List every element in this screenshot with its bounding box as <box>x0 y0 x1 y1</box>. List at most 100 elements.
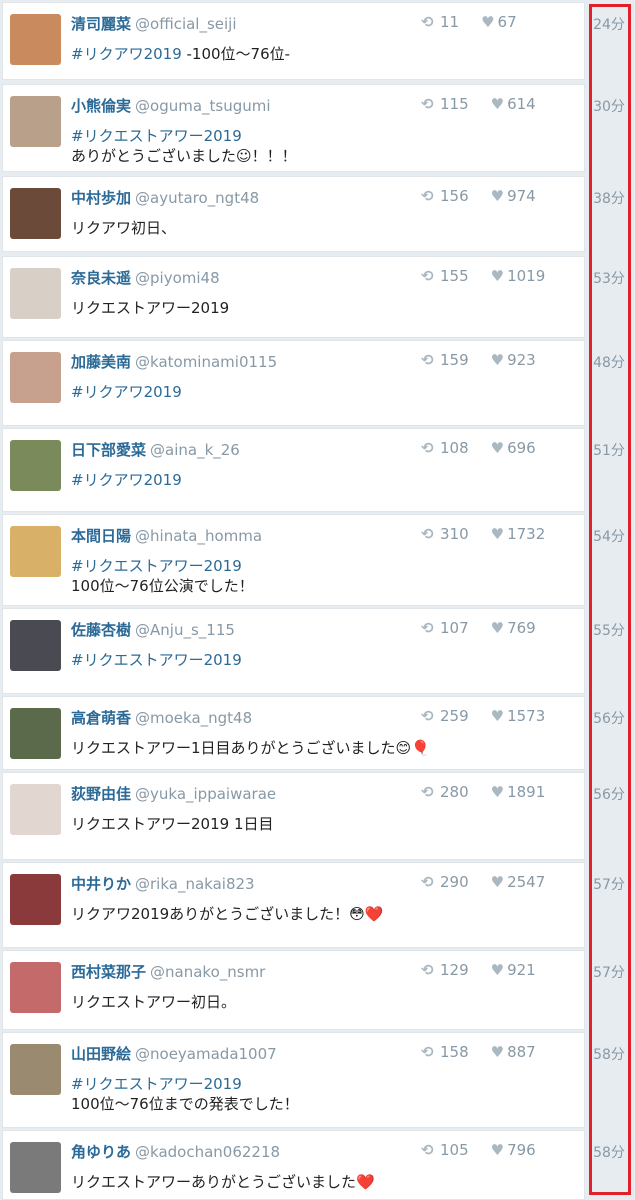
retweet-icon[interactable]: ⟲ <box>421 1141 437 1159</box>
tweet-time[interactable]: 54分 <box>588 526 630 546</box>
author-handle[interactable]: @hinata_homma <box>135 527 262 545</box>
retweet-icon[interactable]: ⟲ <box>421 783 437 801</box>
author-name[interactable]: 奈良未遥 @piyomi48 <box>71 267 220 288</box>
author-name[interactable]: 角ゆりあ @kadochan062218 <box>71 1141 280 1162</box>
author-handle[interactable]: @rika_nakai823 <box>135 875 255 893</box>
avatar[interactable] <box>10 620 61 671</box>
avatar[interactable] <box>10 188 61 239</box>
tweet-row[interactable]: 日下部愛菜 @aina_k_26 ⟲ 108 ♥ 696 #リクアワ2019 <box>2 428 585 512</box>
avatar[interactable] <box>10 96 61 147</box>
avatar[interactable] <box>10 784 61 835</box>
tweet-row[interactable]: 中村歩加 @ayutaro_ngt48 ⟲ 156 ♥ 974 リクアワ初日、 <box>2 176 585 252</box>
author-name[interactable]: 小熊倫実 @oguma_tsugumi <box>71 95 271 116</box>
tweet-row[interactable]: 佐藤杏樹 @Anju_s_115 ⟲ 107 ♥ 769 #リクエストアワー2019 <box>2 608 585 694</box>
tweet-time[interactable]: 57分 <box>588 874 630 894</box>
tweet-row[interactable]: 西村菜那子 @nanako_nsmr ⟲ 129 ♥ 921 リクエストアワー初日。 <box>2 950 585 1030</box>
author-display-name[interactable]: 高倉萌香 <box>71 709 131 727</box>
author-name[interactable]: 山田野絵 @noeyamada1007 <box>71 1043 277 1064</box>
author-name[interactable]: 中村歩加 @ayutaro_ngt48 <box>71 187 259 208</box>
author-name[interactable]: 荻野由佳 @yuka_ippaiwarae <box>71 783 276 804</box>
author-handle[interactable]: @official_seiji <box>135 15 237 33</box>
hashtag-link[interactable]: #リクアワ2019 <box>71 471 182 489</box>
heart-icon[interactable]: ♥ <box>491 619 504 637</box>
avatar[interactable] <box>10 1142 61 1193</box>
avatar[interactable] <box>10 708 61 759</box>
author-handle[interactable]: @katominami0115 <box>135 353 277 371</box>
heart-icon[interactable]: ♥ <box>491 525 504 543</box>
author-handle[interactable]: @nanako_nsmr <box>150 963 265 981</box>
author-name[interactable]: 高倉萌香 @moeka_ngt48 <box>71 707 252 728</box>
hashtag-link[interactable]: #リクエストアワー2019 <box>71 1075 242 1093</box>
heart-icon[interactable]: ♥ <box>491 95 504 113</box>
author-display-name[interactable]: 荻野由佳 <box>71 785 131 803</box>
avatar[interactable] <box>10 526 61 577</box>
author-display-name[interactable]: 佐藤杏樹 <box>71 621 131 639</box>
heart-icon[interactable]: ♥ <box>491 187 504 205</box>
author-handle[interactable]: @ayutaro_ngt48 <box>135 189 259 207</box>
tweet-row[interactable]: 高倉萌香 @moeka_ngt48 ⟲ 259 ♥ 1573 リクエストアワー1日目ありがと… <box>2 696 585 770</box>
heart-icon[interactable]: ♥ <box>491 267 504 285</box>
tweet-time[interactable]: 56分 <box>588 784 630 804</box>
hashtag-link[interactable]: #リクエストアワー2019 <box>71 651 242 669</box>
retweet-icon[interactable]: ⟲ <box>421 267 437 285</box>
tweet-row[interactable]: 清司麗菜 @official_seiji ⟲ 11 ♥ 67 #リクアワ2019 -100位… <box>2 2 585 80</box>
author-name[interactable]: 本間日陽 @hinata_homma <box>71 525 262 546</box>
retweet-icon[interactable]: ⟲ <box>421 13 437 31</box>
heart-icon[interactable]: ♥ <box>491 961 504 979</box>
avatar[interactable] <box>10 268 61 319</box>
author-display-name[interactable]: 中村歩加 <box>71 189 131 207</box>
author-display-name[interactable]: 小熊倫実 <box>71 97 131 115</box>
author-display-name[interactable]: 西村菜那子 <box>71 963 146 981</box>
author-handle[interactable]: @moeka_ngt48 <box>135 709 252 727</box>
author-display-name[interactable]: 日下部愛菜 <box>71 441 146 459</box>
hashtag-link[interactable]: #リクアワ2019 <box>71 383 182 401</box>
retweet-icon[interactable]: ⟲ <box>421 351 437 369</box>
avatar[interactable] <box>10 962 61 1013</box>
hashtag-link[interactable]: #リクエストアワー2019 <box>71 127 242 145</box>
tweet-time[interactable]: 51分 <box>588 440 630 460</box>
tweet-row[interactable]: 加藤美南 @katominami0115 ⟲ 159 ♥ 923 #リクアワ2019 <box>2 340 585 426</box>
author-display-name[interactable]: 角ゆりあ <box>71 1143 131 1161</box>
tweet-time[interactable]: 55分 <box>588 620 630 640</box>
author-name[interactable]: 日下部愛菜 @aina_k_26 <box>71 439 240 460</box>
avatar[interactable] <box>10 440 61 491</box>
retweet-icon[interactable]: ⟲ <box>421 961 437 979</box>
retweet-icon[interactable]: ⟲ <box>421 439 437 457</box>
author-display-name[interactable]: 奈良未遥 <box>71 269 131 287</box>
heart-icon[interactable]: ♥ <box>491 1141 504 1159</box>
tweet-time[interactable]: 53分 <box>588 268 630 288</box>
author-name[interactable]: 西村菜那子 @nanako_nsmr <box>71 961 265 982</box>
heart-icon[interactable]: ♥ <box>491 439 504 457</box>
tweet-time[interactable]: 38分 <box>588 188 630 208</box>
author-handle[interactable]: @oguma_tsugumi <box>135 97 271 115</box>
retweet-icon[interactable]: ⟲ <box>421 707 437 725</box>
tweet-time[interactable]: 58分 <box>588 1044 630 1064</box>
author-name[interactable]: 佐藤杏樹 @Anju_s_115 <box>71 619 235 640</box>
author-display-name[interactable]: 加藤美南 <box>71 353 131 371</box>
tweet-time[interactable]: 58分 <box>588 1142 630 1162</box>
retweet-icon[interactable]: ⟲ <box>421 525 437 543</box>
tweet-row[interactable]: 中井りか @rika_nakai823 ⟲ 290 ♥ 2547 リクアワ2019ありがとう… <box>2 862 585 948</box>
tweet-row[interactable]: 荻野由佳 @yuka_ippaiwarae ⟲ 280 ♥ 1891 リクエストアワー201… <box>2 772 585 860</box>
author-handle[interactable]: @Anju_s_115 <box>135 621 235 639</box>
avatar[interactable] <box>10 874 61 925</box>
avatar[interactable] <box>10 352 61 403</box>
author-name[interactable]: 中井りか @rika_nakai823 <box>71 873 255 894</box>
avatar[interactable] <box>10 1044 61 1095</box>
heart-icon[interactable]: ♥ <box>491 783 504 801</box>
author-display-name[interactable]: 中井りか <box>71 875 131 893</box>
retweet-icon[interactable]: ⟲ <box>421 95 437 113</box>
author-display-name[interactable]: 清司麗菜 <box>71 15 131 33</box>
author-name[interactable]: 加藤美南 @katominami0115 <box>71 351 277 372</box>
avatar[interactable] <box>10 14 61 65</box>
author-handle[interactable]: @kadochan062218 <box>135 1143 280 1161</box>
heart-icon[interactable]: ♥ <box>491 351 504 369</box>
author-handle[interactable]: @aina_k_26 <box>150 441 240 459</box>
tweet-row[interactable]: 小熊倫実 @oguma_tsugumi ⟲ 115 ♥ 614 #リクエストアワー2019 あ… <box>2 84 585 172</box>
retweet-icon[interactable]: ⟲ <box>421 873 437 891</box>
retweet-icon[interactable]: ⟲ <box>421 187 437 205</box>
tweet-row[interactable]: 本間日陽 @hinata_homma ⟲ 310 ♥ 1732 #リクエストアワー2019 1… <box>2 514 585 606</box>
tweet-time[interactable]: 48分 <box>588 352 630 372</box>
author-handle[interactable]: @piyomi48 <box>135 269 220 287</box>
author-handle[interactable]: @noeyamada1007 <box>135 1045 277 1063</box>
